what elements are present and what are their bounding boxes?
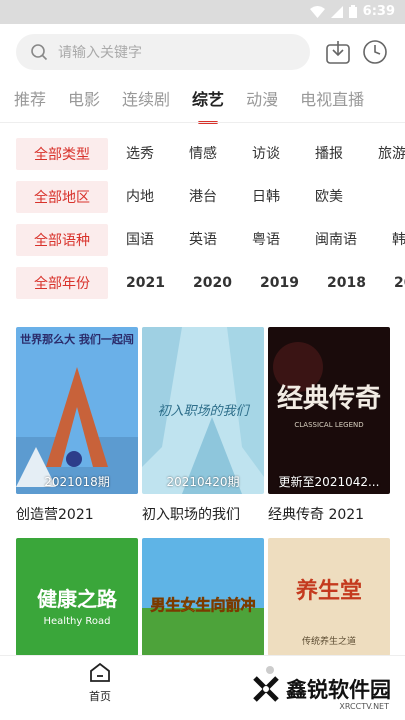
video-card[interactable]: 初入职场的我们 20210420期 初入职场的我们 — [142, 327, 264, 524]
poster-subtitle: Healthy Road — [43, 616, 110, 627]
video-card[interactable]: 男生女生向前冲 — [142, 538, 264, 656]
nav-home[interactable]: 首页 — [82, 662, 118, 704]
filter-option[interactable]: 内地 — [126, 181, 154, 213]
poster-image: 养生堂 传统养生之道 — [268, 538, 390, 656]
filter-option[interactable]: 情感 — [189, 138, 217, 170]
home-icon — [90, 662, 110, 682]
filter-option[interactable]: 2021 — [126, 267, 165, 299]
filter-option[interactable]: 2019 — [260, 267, 299, 299]
category-tabs: 推荐 电影 连续剧 综艺 动漫 电视直播 — [14, 86, 386, 124]
poster-image: 初入职场的我们 20210420期 — [142, 327, 264, 494]
card-title: 经典传奇 2021 — [268, 507, 365, 523]
poster-title: 男生女生向前冲 — [150, 596, 255, 614]
watermark-sub: XRCCTV.NET — [339, 702, 389, 711]
poster-title: 健康之路 — [37, 587, 118, 611]
filter-option[interactable]: 国语 — [126, 224, 154, 256]
video-card[interactable]: 健康之路 Healthy Road — [16, 538, 138, 656]
filter-option[interactable]: 欧美 — [315, 181, 343, 213]
download-icon[interactable] — [325, 39, 351, 65]
watermark-logo-icon — [253, 676, 279, 702]
search-row: 请输入关键字 — [0, 34, 405, 70]
filter-option[interactable]: 旅游 — [378, 138, 405, 170]
nav-indicator-dot — [266, 666, 274, 674]
tab-movie[interactable]: 电影 — [68, 86, 100, 116]
filter-all-regions[interactable]: 全部地区 — [16, 181, 108, 213]
divider — [0, 122, 405, 123]
tab-variety[interactable]: 综艺 — [192, 86, 224, 124]
search-input[interactable]: 请输入关键字 — [16, 34, 310, 70]
filter-option[interactable]: 播报 — [315, 138, 343, 170]
filter-option[interactable]: 粤语 — [252, 224, 280, 256]
filter-row-year: 全部年份 2021 2020 2019 2018 20 — [0, 267, 405, 310]
filter-panel: 全部类型 选秀 情感 访谈 播报 旅游 全部地区 内地 港台 日韩 欧美 全部语… — [0, 138, 405, 310]
poster-image: 经典传奇 CLASSICAL LEGEND 更新至2021042... — [268, 327, 390, 494]
signal-icon — [330, 5, 343, 18]
filter-all-years[interactable]: 全部年份 — [16, 267, 108, 299]
video-card[interactable]: 经典传奇 CLASSICAL LEGEND 更新至2021042... 经典传奇… — [268, 327, 390, 524]
status-bar: 6:39 — [0, 0, 405, 24]
filter-option[interactable]: 20 — [394, 267, 405, 299]
poster-image: 男生女生向前冲 — [142, 538, 264, 656]
poster-title: 养生堂 — [295, 578, 362, 604]
episode-label: 更新至2021042... — [278, 475, 380, 489]
tab-series[interactable]: 连续剧 — [122, 86, 170, 116]
card-title: 初入职场的我们 — [142, 507, 240, 523]
watermark-text: 鑫锐软件园 — [286, 678, 391, 702]
filter-row-region: 全部地区 内地 港台 日韩 欧美 — [0, 181, 405, 224]
battery-icon — [348, 5, 357, 18]
filter-option[interactable]: 访谈 — [252, 138, 280, 170]
poster-title: 经典传奇 — [277, 383, 381, 414]
status-time: 6:39 — [362, 4, 395, 19]
filter-all-languages[interactable]: 全部语种 — [16, 224, 108, 256]
poster-image: 世界那么大 我们一起闯 2021018期 — [16, 327, 138, 494]
card-title: 创造营2021 — [16, 507, 94, 523]
search-placeholder: 请输入关键字 — [58, 45, 142, 61]
nav-home-label: 首页 — [89, 690, 111, 703]
video-card[interactable]: 世界那么大 我们一起闯 2021018期 创造营2021 — [16, 327, 138, 524]
filter-option[interactable]: 韩 — [392, 224, 405, 256]
poster-title: 初入职场的我们 — [157, 404, 250, 419]
video-card[interactable]: 养生堂 传统养生之道 — [268, 538, 390, 656]
filter-all-types[interactable]: 全部类型 — [16, 138, 108, 170]
filter-row-language: 全部语种 国语 英语 粤语 闽南语 韩 — [0, 224, 405, 267]
history-clock-icon[interactable] — [362, 39, 388, 65]
episode-label: 20210420期 — [166, 475, 240, 489]
filter-option[interactable]: 闽南语 — [315, 224, 357, 256]
filter-option[interactable]: 英语 — [189, 224, 217, 256]
tab-anime[interactable]: 动漫 — [246, 86, 278, 116]
filter-option[interactable]: 港台 — [189, 181, 217, 213]
wifi-icon — [309, 5, 325, 18]
filter-option[interactable]: 日韩 — [252, 181, 280, 213]
episode-label: 2021018期 — [44, 475, 110, 489]
poster-title: 世界那么大 我们一起闯 — [20, 332, 134, 346]
tab-live-tv[interactable]: 电视直播 — [300, 86, 364, 116]
poster-image: 健康之路 Healthy Road — [16, 538, 138, 656]
poster-subtitle: CLASSICAL LEGEND — [294, 421, 363, 429]
filter-option[interactable]: 选秀 — [126, 138, 154, 170]
tab-recommend[interactable]: 推荐 — [14, 86, 46, 116]
filter-option[interactable]: 2018 — [327, 267, 366, 299]
filter-option[interactable]: 2020 — [193, 267, 232, 299]
watermark: 鑫锐软件园 — [252, 674, 391, 704]
search-icon — [31, 44, 48, 61]
poster-subtitle: 传统养生之道 — [302, 635, 356, 647]
bottom-nav: 首页 鑫锐软件园 XRCCTV.NET — [0, 655, 405, 720]
filter-row-type: 全部类型 选秀 情感 访谈 播报 旅游 — [0, 138, 405, 181]
